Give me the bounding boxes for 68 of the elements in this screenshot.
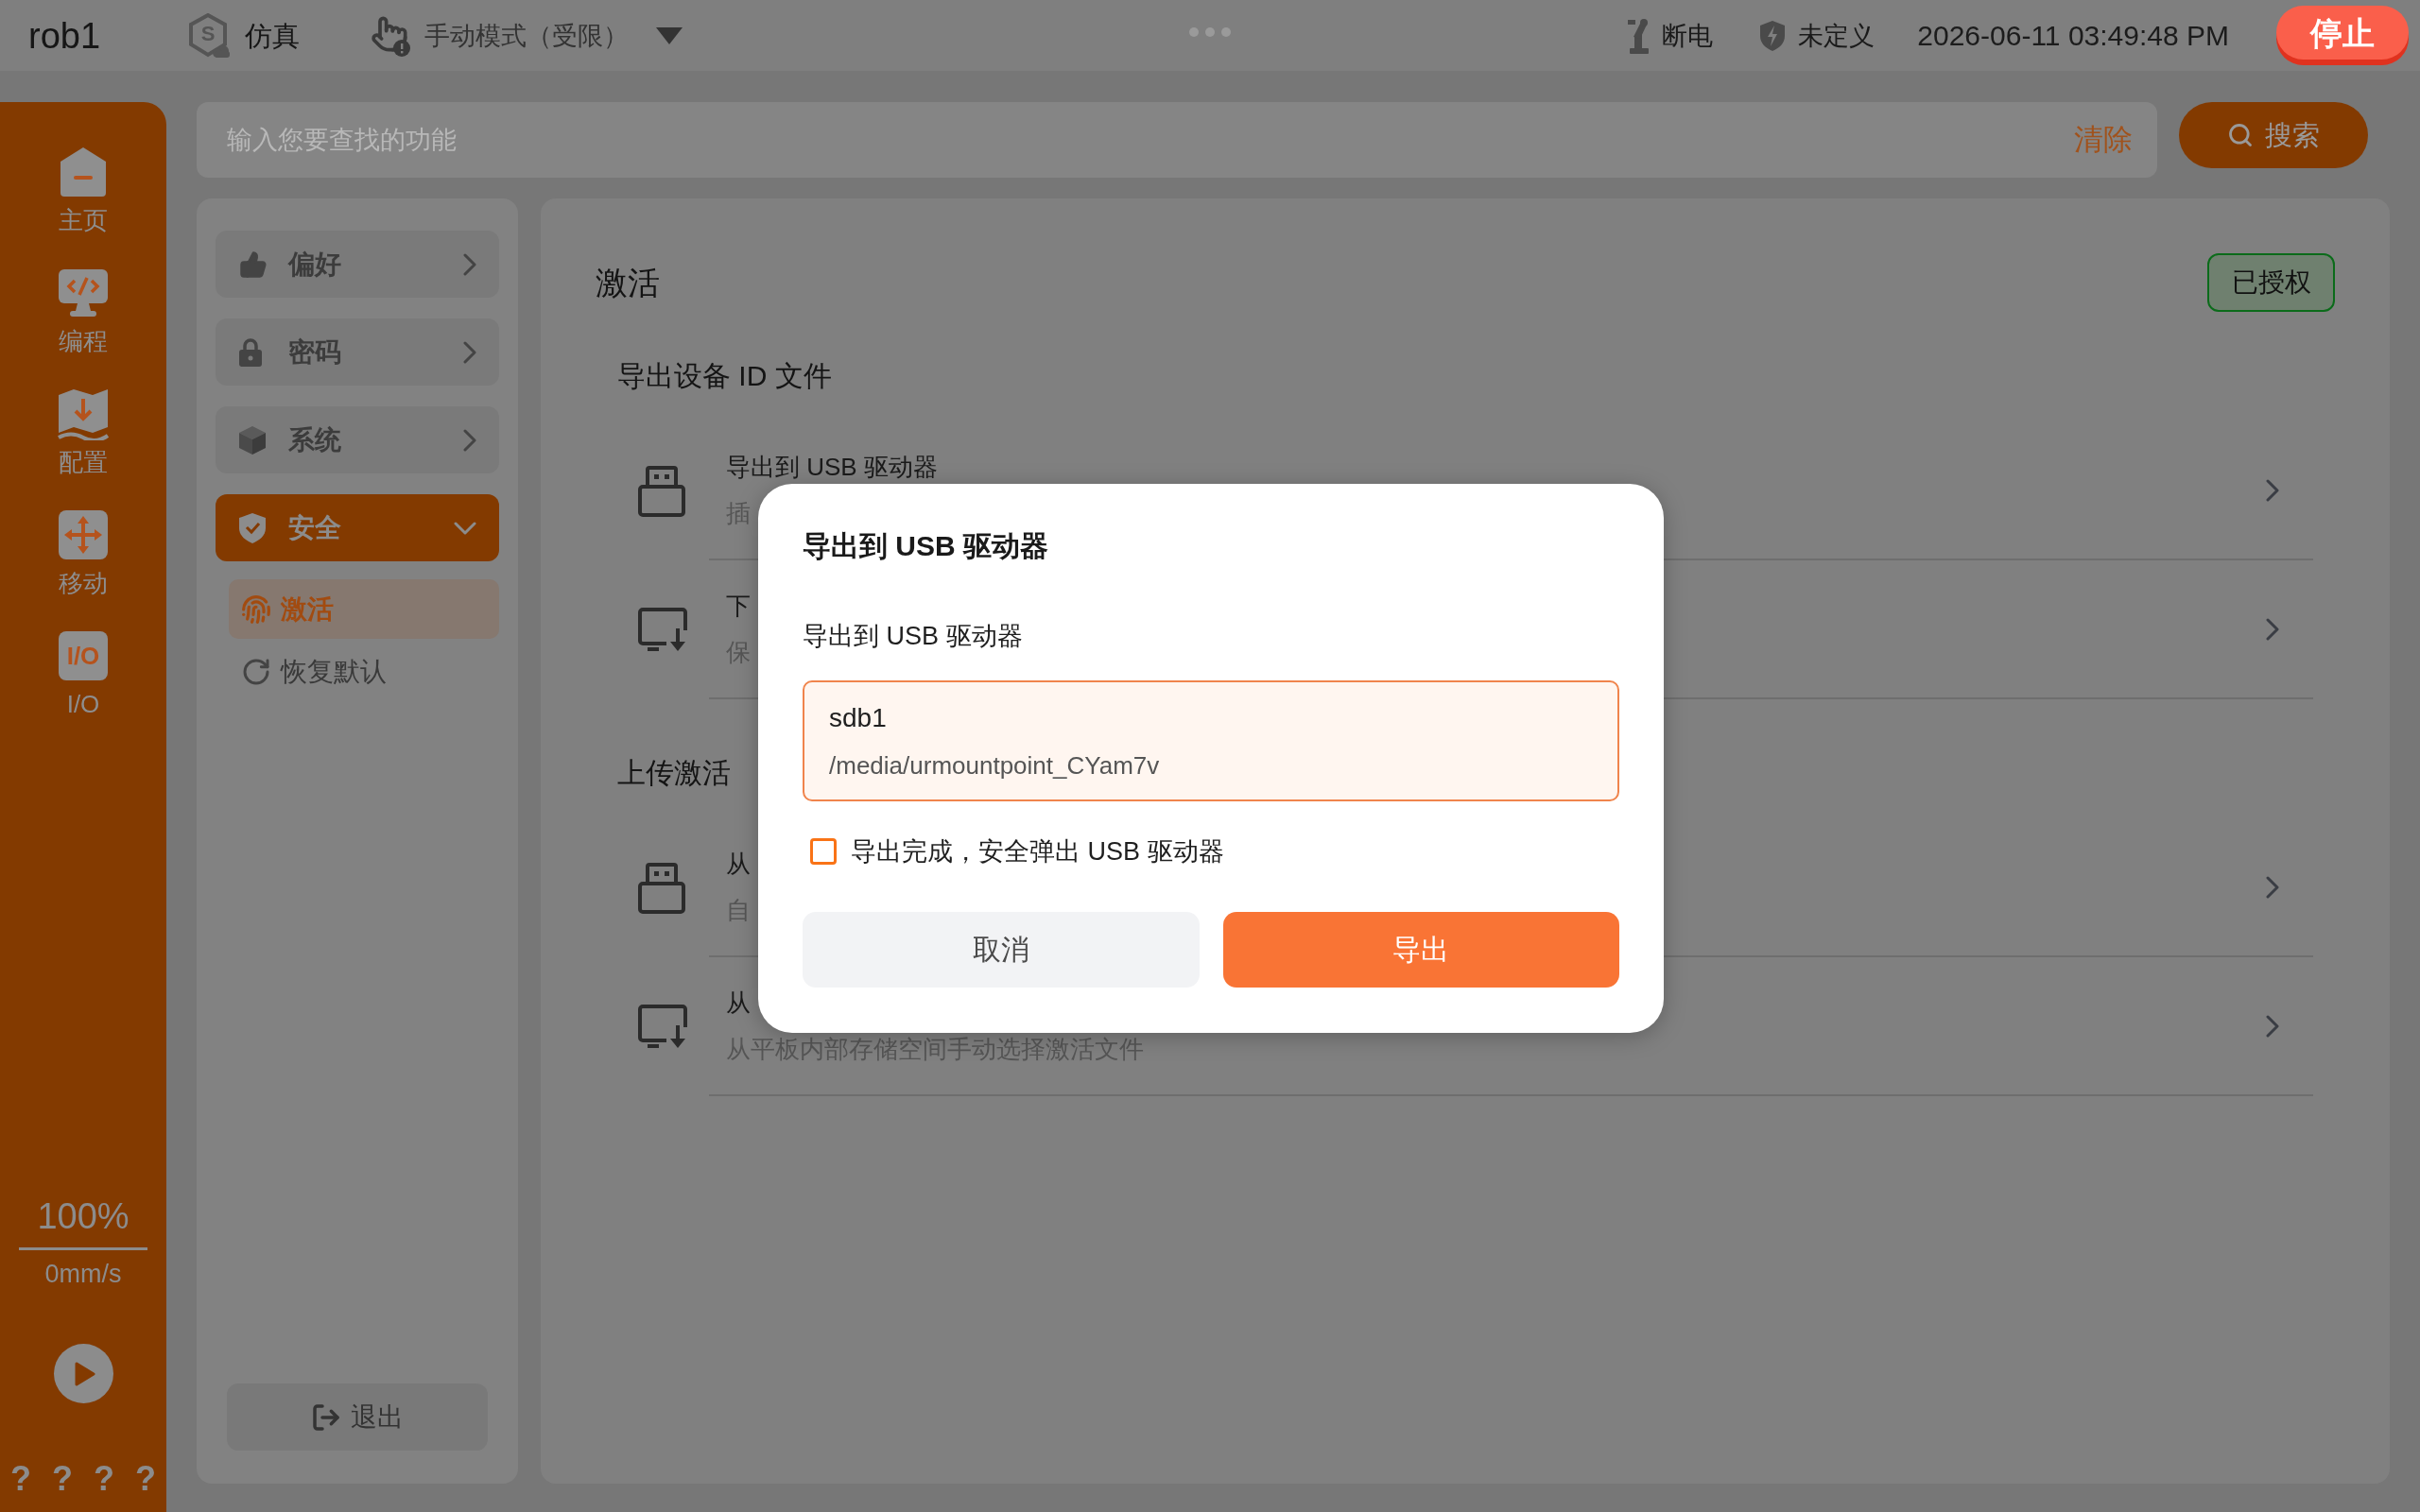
section-heading: 导出设备 ID 文件 [617,359,832,393]
rail-item[interactable]: 编程 [26,266,140,387]
tablet-download-icon [638,1004,689,1050]
code-monitor-icon [59,269,108,317]
status-mark: ? [10,1458,31,1500]
settings-nav-item[interactable]: 安全 [216,494,499,561]
speed-percent: 100% [37,1195,130,1237]
lock-icon [239,337,262,367]
option-title: 从 [726,988,751,1016]
chevron-right-icon [2266,478,2279,502]
option-title: 从 [726,850,751,877]
safety-status: 未定义 [1798,20,1876,52]
dialog-label: 导出到 USB 驱动器 [803,621,1024,652]
exit-icon [311,1401,341,1433]
chevron-right-icon [2266,875,2279,899]
velocity-reading: 0mm/s [44,1259,122,1290]
shield-check-icon [239,512,266,543]
settings-nav-item[interactable]: 偏好 [216,231,499,298]
section-heading: 上传激活 [617,756,731,790]
device-name: sdb1 [829,702,888,734]
play-icon [75,1361,95,1386]
eject-option-label: 导出完成，安全弹出 USB 驱动器 [851,836,1224,868]
dialog-title: 导出到 USB 驱动器 [803,529,1049,563]
rail-item[interactable]: 主页 [26,146,140,266]
usb-drive-icon [638,862,685,914]
cube-icon [239,425,266,455]
date-time: 2026-06-11 03:49:48 PM [1917,18,2229,53]
control-mode-dropdown[interactable]: 手动模式（受限） [371,14,683,57]
chevron-right-icon [2266,1014,2279,1038]
status-mark: ? [135,1458,156,1500]
fingerprint-icon [241,593,271,625]
settings-nav-item[interactable]: 系统 [216,406,499,473]
move-icon [59,510,108,559]
status-mark: ? [52,1458,73,1500]
robot-name: rob1 [28,14,101,57]
usb-device-option[interactable]: sdb1 /media/urmountpoint_CYam7v [803,680,1619,801]
caret-down-icon [656,26,683,44]
shield-bolt-icon [1760,20,1786,51]
eject-checkbox[interactable] [810,838,837,865]
search-icon [2227,122,2254,148]
search-button[interactable]: 搜索 [2179,102,2368,168]
hand-warning-icon [371,14,411,57]
drag-handle-icon[interactable] [1189,27,1231,37]
export-button[interactable]: 导出 [1222,912,1619,988]
rail-item[interactable]: 配置 [26,387,140,508]
home-icon [60,147,106,197]
usb-drive-icon [638,465,685,517]
robot-arm-icon [1628,17,1651,54]
rail-item[interactable]: I/O I/O [26,629,140,750]
rail-item[interactable]: 移动 [26,508,140,629]
chevron-right-icon [2266,617,2279,641]
cancel-button[interactable]: 取消 [803,912,1200,988]
device-path: /media/urmountpoint_CYam7v [829,750,1161,782]
option-title: 下 [726,592,751,619]
settings-nav-item[interactable]: 密码 [216,318,499,386]
thumbs-up-icon [239,249,268,279]
settings-subnav-item[interactable]: 激活 [229,579,499,639]
settings-subnav-item[interactable]: 恢复默认 [229,642,499,701]
io-badge: I/O [59,631,108,680]
power-status: 断电 [1662,20,1714,52]
option-title: 导出到 USB 驱动器 [726,453,938,480]
page-title: 激活 [596,264,660,302]
download-map-icon [57,387,110,440]
license-status-badge: 已授权 [2207,253,2335,312]
clear-button[interactable]: 清除 [2074,121,2133,159]
logout-button[interactable]: 退出 [227,1383,488,1451]
tablet-download-icon [638,607,689,653]
status-mark: ? [94,1458,114,1500]
